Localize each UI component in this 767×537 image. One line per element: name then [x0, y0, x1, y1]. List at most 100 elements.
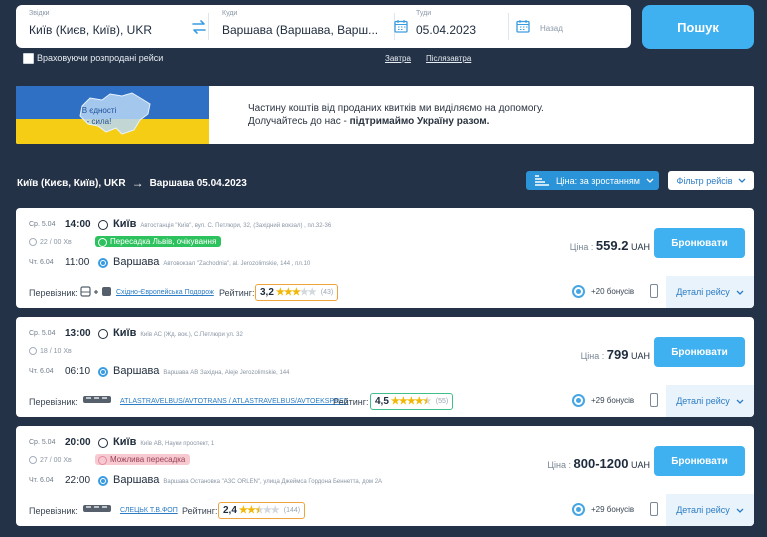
duration-text: 27 / 00 Хв — [40, 456, 72, 464]
arrival-station: Варшава Остановка "АЗС ORLEN", улица Дже… — [163, 479, 383, 485]
departure-date: Ср. 5.04 — [29, 221, 56, 228]
divider — [508, 13, 509, 40]
bus-icon — [80, 286, 111, 297]
rating-value: 2,4 — [223, 505, 237, 516]
arrival-city: Варшава Автовокзал "Zachodnia", al. Jeroz… — [113, 256, 310, 268]
day-after-tomorrow-link[interactable]: Післязавтра — [426, 54, 471, 63]
details-label: Деталі рейсу — [676, 396, 730, 406]
eye-icon[interactable] — [572, 394, 585, 407]
to-field[interactable]: Куди Варшава (Варшава, Варш... — [209, 5, 391, 48]
rating-stars: ★★★★★ — [238, 505, 280, 516]
eye-icon[interactable] — [572, 285, 585, 298]
review-count: (43) — [320, 289, 334, 296]
departure-station: Автостанція "Київ", вул. С. Петлюри, 32,… — [140, 223, 332, 229]
tomorrow-link[interactable]: Завтра — [385, 54, 411, 63]
date-field[interactable]: Туди 05.04.2023 — [412, 5, 512, 48]
rating-value: 3,2 — [260, 287, 274, 298]
from-label: Звідки — [29, 10, 50, 17]
calendar-icon — [394, 20, 408, 33]
arrow-right-icon: → — [131, 176, 144, 190]
chevron-down-icon — [736, 290, 744, 295]
price-amount: 800-1200 — [573, 456, 629, 471]
clock-icon — [29, 238, 37, 246]
chevron-down-icon — [736, 508, 744, 513]
swap-icon[interactable] — [190, 18, 208, 36]
rating-stars: ★★★★★ — [275, 287, 317, 298]
details-label: Деталі рейсу — [676, 505, 730, 515]
rating-label: Рейтинг: — [333, 397, 369, 407]
ukraine-support-banner: В єдності - сила! Частину коштів від про… — [16, 86, 754, 144]
departure-city: Київ Автостанція "Київ", вул. С. Петлюри,… — [113, 218, 331, 230]
date-label: Туди — [416, 10, 432, 17]
sold-out-checkbox[interactable] — [23, 53, 34, 64]
departure-time: 14:00 — [65, 219, 91, 230]
sort-dropdown[interactable]: Ціна: за зростанням — [526, 171, 659, 190]
book-button[interactable]: Бронювати — [654, 228, 745, 258]
banner-line-2-prefix: Долучайтесь до нас - — [248, 116, 350, 127]
return-date-field[interactable]: Назад — [536, 5, 626, 48]
clock-icon — [29, 347, 37, 355]
eye-icon[interactable] — [572, 503, 585, 516]
arrival-city-name: Варшава — [113, 256, 160, 268]
transfer-badge: Можлива пересадка — [95, 454, 191, 465]
departure-city-name: Київ — [113, 436, 137, 448]
filter-dropdown[interactable]: Фільтр рейсів — [668, 171, 754, 190]
carrier-link[interactable]: ATLASTRAVELBUS/AVTOTRANS / ATLASTRAVELBU… — [120, 398, 348, 405]
price-currency: UAH — [630, 351, 650, 361]
trip-duration: 22 / 00 Хв — [29, 238, 72, 246]
bus-icon — [83, 505, 111, 512]
arrival-city-name: Варшава — [113, 365, 160, 377]
duration-text: 22 / 00 Хв — [40, 238, 72, 246]
arrival-station: Автовокзал "Zachodnia", al. Jerozolimski… — [163, 261, 311, 267]
date-input[interactable]: 05.04.2023 — [416, 23, 476, 37]
train-icon — [83, 396, 111, 403]
price: Ціна : 559.2 UAH — [570, 238, 650, 253]
book-button[interactable]: Бронювати — [654, 446, 745, 476]
to-label: Куди — [222, 10, 238, 17]
phone-icon — [650, 502, 658, 516]
departure-city: Київ Київ АВ, Науки проспект, 1 — [113, 436, 214, 448]
arrival-point-icon — [98, 476, 108, 486]
calendar-icon — [516, 20, 530, 33]
transfer-badge: Пересадка Львів, очікування — [95, 236, 222, 247]
carrier-link[interactable]: Східно-Європейська Подорож — [116, 289, 214, 296]
price-label: Ціна : — [569, 242, 594, 252]
filter-label: Фільтр рейсів — [676, 175, 733, 186]
arrival-date: Чт. 6.04 — [29, 259, 54, 266]
sort-icon — [535, 175, 549, 186]
chevron-down-icon — [736, 399, 744, 404]
rating-box[interactable]: 4,5 ★★★★★ (55) — [370, 393, 454, 410]
arrival-station: Варшава АВ Західна, Aleje Jerozolimskie,… — [163, 370, 290, 376]
to-input[interactable]: Варшава (Варшава, Варш... — [222, 23, 392, 37]
price: Ціна : 800-1200 UAH — [547, 456, 650, 471]
departure-city-name: Київ — [113, 327, 137, 339]
rating-box[interactable]: 2,4 ★★★★★ (144) — [218, 502, 306, 519]
search-button[interactable]: Пошук — [642, 5, 754, 49]
carrier-link[interactable]: СЛЕЦЬК Т.В.ФОП — [120, 507, 178, 514]
review-count: (144) — [283, 507, 301, 514]
phone-icon — [650, 284, 658, 298]
route-to-date: Варшава 05.04.2023 — [149, 177, 247, 189]
rating-value: 4,5 — [375, 396, 389, 407]
price-label: Ціна : — [547, 460, 571, 470]
trip-duration: 18 / 10 Хв — [29, 347, 72, 355]
departure-point-icon — [98, 438, 108, 448]
trip-duration: 27 / 00 Хв — [29, 456, 72, 464]
rating-label: Рейтинг: — [219, 288, 255, 298]
trip-details-button[interactable]: Деталі рейсу — [666, 276, 754, 308]
arrival-date: Чт. 6.04 — [29, 477, 54, 484]
from-input[interactable]: Київ (Києв, Київ), UKR — [29, 23, 174, 37]
book-button[interactable]: Бронювати — [654, 337, 745, 367]
price: Ціна : 799 UAH — [581, 347, 650, 362]
arrival-city-name: Варшава — [113, 474, 160, 486]
departure-city-name: Київ — [113, 218, 137, 230]
departure-time: 13:00 — [65, 328, 91, 339]
arrival-city: Варшава Варшава Остановка "АЗС ORLEN", ул… — [113, 474, 382, 486]
trip-details-button[interactable]: Деталі рейсу — [666, 494, 754, 526]
rating-box[interactable]: 3,2 ★★★★★ (43) — [255, 284, 339, 301]
review-count: (55) — [435, 398, 449, 405]
from-field[interactable]: Звідки Київ (Києв, Київ), UKR — [16, 5, 176, 48]
sold-out-label[interactable]: Враховуючи розпродані рейси — [37, 53, 163, 63]
trip-details-button[interactable]: Деталі рейсу — [666, 385, 754, 417]
return-date-placeholder[interactable]: Назад — [540, 24, 563, 33]
